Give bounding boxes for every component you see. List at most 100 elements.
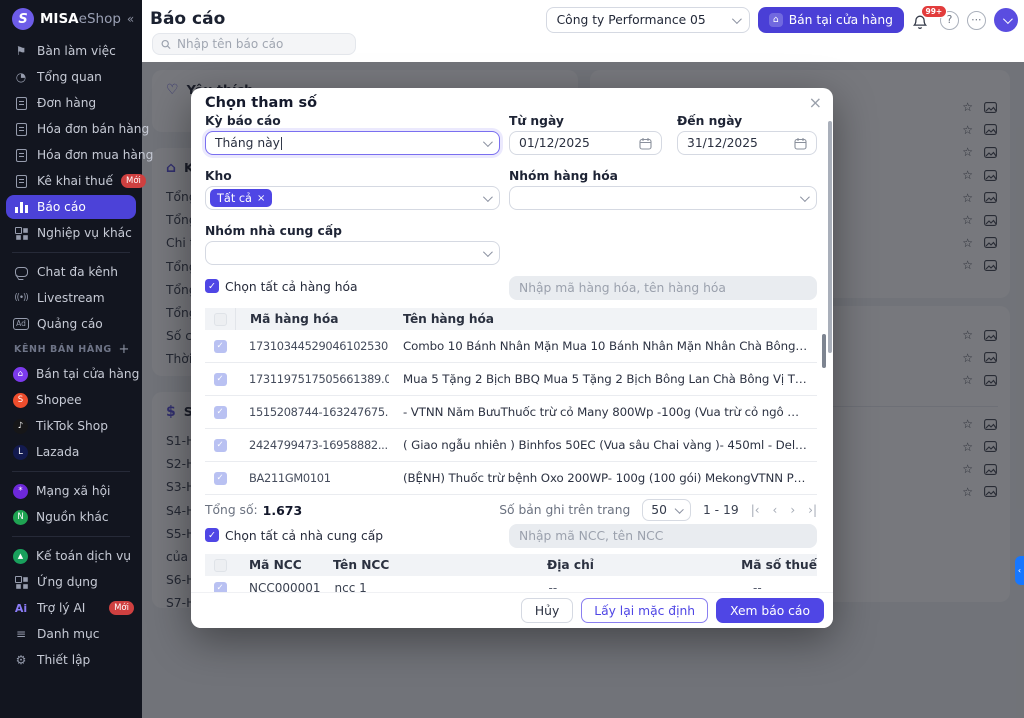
table-scrollbar[interactable] (822, 334, 826, 368)
sidebar-item-ke-toan-dich-vu[interactable]: ▲ Kế toán dịch vụ (0, 543, 142, 569)
product-row[interactable]: ✓ 1515208744-163247675... - VTNN Năm Bưu… (205, 396, 817, 429)
user-avatar[interactable] (994, 8, 1018, 32)
sidebar-item-hoa-don-ban-hang[interactable]: Hóa đơn bán hàng (0, 116, 149, 142)
store-sell-button[interactable]: ⌂ Bán tại cửa hàng (757, 7, 904, 33)
reset-default-button[interactable]: Lấy lại mặc định (581, 598, 709, 623)
select-all-products-checkbox[interactable]: ✓ (205, 279, 219, 293)
sidebar-item-lazada[interactable]: L Lazada (0, 439, 142, 465)
remove-tag-icon[interactable]: × (257, 193, 265, 204)
notification-badge: 99+ (921, 5, 947, 18)
sidebar-item-chat-da-kenh[interactable]: Chat đa kênh (0, 259, 142, 285)
chat-icon (13, 267, 29, 277)
report-search-input[interactable] (177, 37, 347, 51)
sidebar-item-mang-xa-hoi[interactable]: * Mạng xã hội (0, 478, 142, 504)
from-date-input[interactable]: 01/12/2025 (509, 131, 662, 155)
view-report-button[interactable]: Xem báo cáo (716, 598, 824, 623)
sidebar-collapse-icon[interactable]: « (127, 12, 134, 26)
report-search-box[interactable] (152, 33, 356, 55)
warehouse-label: Kho (205, 169, 232, 183)
modal-scrollbar[interactable] (828, 121, 832, 353)
sidebar-item-tro-ly-ai[interactable]: Ai Trợ lý AI Mới (0, 595, 142, 621)
select-all-suppliers-checkbox[interactable]: ✓ (205, 528, 219, 542)
livestream-icon: ((•)) (14, 293, 28, 303)
close-icon[interactable]: × (809, 93, 822, 112)
sidebar-item-tiktok-shop[interactable]: ♪ TikTok Shop (0, 413, 142, 439)
calendar-icon[interactable] (639, 137, 652, 150)
sidebar-item-danh-muc[interactable]: ≡ Danh mục (0, 621, 142, 647)
product-row[interactable]: ✓ 1731197517505661389.01 Mua 5 Tặng 2 Bị… (205, 363, 817, 396)
col-supplier-address: Địa chỉ (547, 558, 594, 572)
select-all-suppliers-label: Chọn tất cả nhà cung cấp (225, 529, 384, 543)
next-page-icon[interactable]: › (790, 503, 795, 517)
search-icon (161, 39, 171, 49)
row-checkbox[interactable]: ✓ (213, 405, 227, 419)
other-ops-icon (13, 227, 29, 239)
calendar-icon[interactable] (794, 137, 807, 150)
supplier-group-select[interactable] (205, 241, 500, 265)
prev-page-icon[interactable]: ‹ (773, 503, 778, 517)
cancel-button[interactable]: Hủy (520, 598, 574, 623)
per-page-label: Số bản ghi trên trang (499, 503, 631, 517)
sales-invoice-icon (13, 122, 29, 136)
sidebar-item-hoa-don-mua-hang[interactable]: Hóa đơn mua hàng (0, 142, 153, 168)
notification-bell[interactable]: 99+ (912, 5, 947, 31)
sidebar-item-ban-lam-viec[interactable]: ⚑ Bàn làm việc (0, 38, 142, 64)
dialog-footer: Hủy Lấy lại mặc định Xem báo cáo (191, 592, 833, 628)
row-checkbox[interactable]: ✓ (213, 372, 227, 386)
supplier-group-label: Nhóm nhà cung cấp (205, 224, 342, 238)
more-options-icon[interactable]: ⋯ (967, 10, 986, 30)
sidebar-item-nghiep-vu-khac[interactable]: Nghiệp vụ khác (0, 220, 142, 246)
add-channel-icon[interactable]: + (119, 342, 131, 357)
header-controls: Công ty Performance 05 ⌂ Bán tại cửa hàn… (545, 5, 1018, 33)
row-checkbox[interactable]: ✓ (213, 339, 227, 353)
side-panel-toggle[interactable]: ‹ (1015, 556, 1024, 585)
col-product-name: Tên hàng hóa (403, 312, 494, 326)
sidebar-item-bao-cao[interactable]: Báo cáo (6, 195, 136, 219)
warehouse-select[interactable]: Tất cả × (205, 186, 500, 210)
new-badge: Mới (121, 174, 146, 188)
supplier-search-input[interactable] (509, 524, 817, 548)
ads-icon: Ad (13, 318, 29, 330)
item-group-select[interactable] (509, 186, 817, 210)
sidebar-item-quang-cao[interactable]: Ad Quảng cáo (0, 311, 142, 337)
sidebar-item-nguon-khac[interactable]: N Nguồn khác (0, 504, 142, 530)
product-search-input[interactable] (509, 276, 817, 300)
sidebar-item-ung-dung[interactable]: Ứng dụng (0, 569, 142, 595)
first-page-icon[interactable]: |‹ (751, 503, 760, 517)
product-row[interactable]: ✓ 173103445290461025301 Combo 10 Bánh Nh… (205, 330, 817, 363)
per-page-select[interactable]: 50 (642, 499, 691, 521)
divider (12, 471, 130, 472)
product-row[interactable]: ✓ BA211GM0101 (BỆNH) Thuốc trừ bệnh Oxo … (205, 462, 817, 495)
purchase-invoice-icon (13, 148, 29, 162)
chevron-down-icon (674, 504, 684, 514)
header-checkbox[interactable] (213, 558, 227, 572)
header-checkbox[interactable] (213, 312, 227, 326)
product-row[interactable]: ✓ 2424799473-16958882... ( Giao ngẫu nhi… (205, 429, 817, 462)
to-date-input[interactable]: 31/12/2025 (677, 131, 817, 155)
sidebar-item-don-hang[interactable]: Đơn hàng (0, 90, 142, 116)
sidebar-item-ban-tai-cua-hang[interactable]: ⌂ Bán tại cửa hàng (0, 361, 142, 387)
last-page-icon[interactable]: ›| (808, 503, 817, 517)
sidebar-item-tong-quan[interactable]: ◔ Tổng quan (0, 64, 142, 90)
shopee-logo-icon: S (13, 392, 28, 408)
period-select[interactable]: Tháng này (205, 131, 500, 155)
text-cursor (280, 136, 282, 150)
sidebar-item-shopee[interactable]: S Shopee (0, 387, 142, 413)
app-root: S MISAeShop « ⚑ Bàn làm việc ◔ Tổng quan… (0, 0, 1024, 718)
sidebar-item-ke-khai-thue[interactable]: Kê khai thuế Mới (0, 168, 146, 194)
col-supplier-tax: Mã số thuế (741, 558, 817, 572)
workspace-icon: ⚑ (15, 44, 27, 58)
pagination-bar: Tổng số: 1.673 Số bản ghi trên trang 50 … (205, 495, 817, 525)
row-checkbox[interactable]: ✓ (213, 438, 227, 452)
chevron-down-icon (482, 136, 493, 147)
store-icon: ⌂ (768, 13, 783, 27)
row-checkbox[interactable]: ✓ (213, 471, 227, 485)
chevron-down-icon (482, 246, 493, 257)
company-selector[interactable]: Công ty Performance 05 (545, 7, 750, 33)
sidebar-item-thiet-lap[interactable]: ⚙ Thiết lập (0, 647, 142, 673)
sales-channels-section-label: KÊNH BÁN HÀNG + (14, 341, 131, 357)
other-source-icon: N (13, 509, 28, 525)
ai-assistant-icon: Ai (14, 601, 28, 615)
warehouse-tag[interactable]: Tất cả × (210, 189, 273, 207)
sidebar-item-livestream[interactable]: ((•)) Livestream (0, 285, 142, 311)
